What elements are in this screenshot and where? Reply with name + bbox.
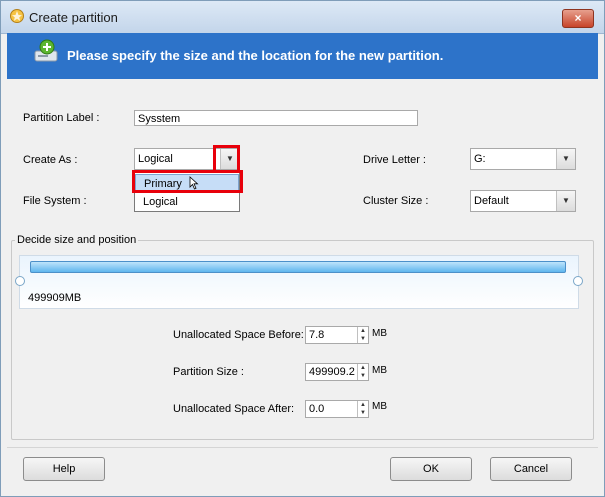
help-button[interactable]: Help — [23, 457, 105, 481]
right-resize-handle[interactable] — [573, 276, 583, 286]
unallocated-after-label: Unallocated Space After: — [173, 403, 295, 415]
size-position-group-title: Decide size and position — [15, 234, 139, 246]
highlight-dropdown-arrow — [213, 145, 240, 173]
banner-instruction: Please specify the size and the location… — [67, 48, 444, 63]
create-as-label: Create As : — [23, 154, 78, 166]
unallocated-after-unit: MB — [372, 401, 387, 412]
partition-label-label: Partition Label : — [23, 112, 100, 124]
file-system-label: File System : — [23, 195, 87, 207]
cancel-button[interactable]: Cancel — [490, 457, 572, 481]
partition-size-unit: MB — [372, 365, 387, 376]
partition-bar[interactable] — [30, 261, 566, 273]
unallocated-before-spinner[interactable]: 7.8 ▲ ▼ — [305, 326, 369, 344]
spinner-buttons[interactable]: ▲ ▼ — [357, 327, 368, 343]
dialog-footer: Help OK Cancel — [7, 447, 598, 493]
partition-map[interactable]: 499909MB — [15, 255, 583, 309]
chevron-down-icon[interactable]: ▼ — [556, 191, 575, 211]
unallocated-before-unit: MB — [372, 328, 387, 339]
disk-size-text: 499909MB — [28, 292, 82, 304]
partition-size-label: Partition Size : — [173, 366, 244, 378]
drive-letter-value: G: — [474, 153, 486, 165]
drive-letter-label: Drive Letter : — [363, 154, 426, 166]
option-logical[interactable]: Logical — [135, 193, 239, 211]
add-disk-icon — [34, 39, 58, 62]
ok-button[interactable]: OK — [390, 457, 472, 481]
unallocated-before-label: Unallocated Space Before: — [173, 329, 304, 341]
app-icon — [10, 9, 24, 23]
header-banner: Please specify the size and the location… — [7, 33, 598, 79]
mouse-cursor-icon — [189, 176, 199, 190]
spinner-buttons[interactable]: ▲ ▼ — [357, 364, 368, 380]
close-button[interactable]: × — [562, 9, 594, 28]
chevron-down-icon[interactable]: ▼ — [556, 149, 575, 169]
left-resize-handle[interactable] — [15, 276, 25, 286]
partition-settings-panel: Partition Label : Sysstem Create As : Lo… — [7, 79, 598, 441]
create-as-value: Logical — [138, 153, 173, 165]
window-title: Create partition — [29, 10, 118, 25]
drive-letter-select[interactable]: G: ▼ — [470, 148, 576, 170]
partition-size-spinner[interactable]: 499909.2 ▲ ▼ — [305, 363, 369, 381]
title-bar[interactable]: Create partition × — [1, 1, 604, 34]
create-partition-dialog: Create partition × Please specify the si… — [0, 0, 605, 497]
cluster-size-value: Default — [474, 195, 509, 207]
spinner-buttons[interactable]: ▲ ▼ — [357, 401, 368, 417]
close-icon: × — [574, 11, 582, 25]
partition-label-input[interactable]: Sysstem — [134, 110, 418, 126]
cluster-size-select[interactable]: Default ▼ — [470, 190, 576, 212]
cluster-size-label: Cluster Size : — [363, 195, 429, 207]
unallocated-after-spinner[interactable]: 0.0 ▲ ▼ — [305, 400, 369, 418]
